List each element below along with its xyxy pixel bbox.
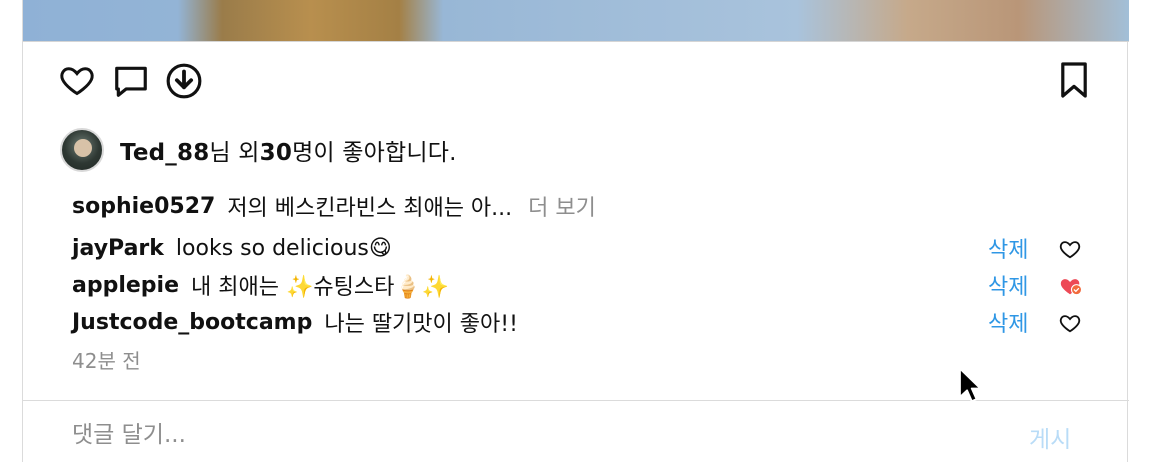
post-timestamp[interactable]: 42분 전 — [72, 345, 141, 374]
comment-username[interactable]: applepie — [72, 273, 179, 298]
comment-input[interactable] — [72, 417, 972, 453]
comment-text: 나는 딸기맛이 좋아!! — [324, 312, 518, 337]
comment-item: jayPark looks so delicious😋 — [72, 232, 392, 264]
comment-item: Justcode_bootcamp 나는 딸기맛이 좋아!! — [72, 306, 518, 338]
delete-comment-button[interactable]: 삭제 — [988, 269, 1028, 301]
liked-heart-icon[interactable] — [1058, 275, 1084, 297]
see-more-link[interactable]: 더 보기 — [528, 190, 596, 222]
bookmark-icon[interactable] — [1058, 60, 1090, 100]
post-comment-button[interactable]: 게시 — [1029, 420, 1071, 454]
comment-text: looks so delicious😋 — [175, 235, 392, 261]
liker-avatar[interactable] — [60, 128, 104, 172]
likes-summary: Ted_88님 외30명이 좋아합니다. — [60, 126, 457, 174]
liker-username[interactable]: Ted_88 — [120, 140, 209, 166]
delete-comment-button[interactable]: 삭제 — [988, 232, 1028, 264]
heart-icon[interactable] — [58, 62, 96, 98]
download-icon[interactable] — [165, 62, 203, 100]
mouse-cursor-icon — [958, 367, 984, 409]
comment-username[interactable]: jayPark — [72, 236, 164, 261]
comment-username[interactable]: Justcode_bootcamp — [72, 310, 312, 335]
caption-text: 저의 베스킨라빈스 최애는 아... — [227, 196, 513, 221]
comment-heart-icon[interactable] — [1058, 238, 1082, 260]
delete-comment-button[interactable]: 삭제 — [988, 306, 1028, 338]
comment-text: 내 최애는 ✨슈팅스타🍦✨ — [191, 275, 450, 300]
likes-count[interactable]: 30 — [260, 140, 292, 166]
comment-item: applepie 내 최애는 ✨슈팅스타🍦✨ — [72, 269, 449, 301]
likes-text: Ted_88님 외30명이 좋아합니다. — [120, 133, 457, 167]
post-image — [23, 0, 1129, 42]
comment-heart-icon[interactable] — [1058, 312, 1082, 334]
caption-username[interactable]: sophie0527 — [72, 194, 215, 219]
likes-suffix: 명이 좋아합니다. — [292, 140, 457, 166]
comment-icon[interactable] — [112, 62, 150, 100]
comment-composer: 게시 — [23, 401, 1129, 462]
likes-prefix: 님 외 — [209, 140, 260, 166]
caption: sophie0527 저의 베스킨라빈스 최애는 아... 더 보기 — [72, 190, 596, 222]
